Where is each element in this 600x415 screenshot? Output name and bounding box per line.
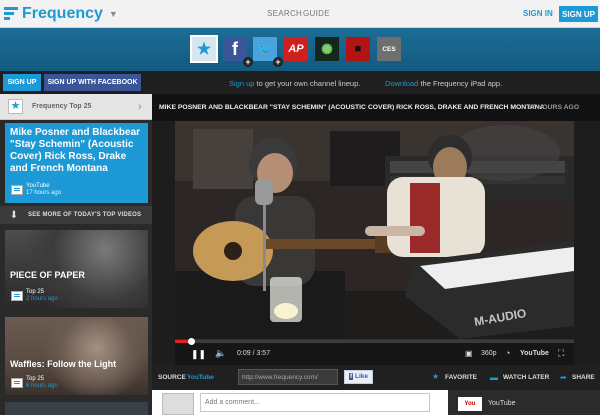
video-title: MIKE POSNER AND BLACKBEAR "STAY SCHEMIN"…: [159, 104, 545, 111]
video-time-ago: 17 HOURS AGO: [528, 104, 580, 111]
source-link[interactable]: YouTube: [187, 374, 214, 381]
channel-frequency-top-25[interactable]: ★: [190, 35, 218, 63]
progress-knob[interactable]: [187, 338, 195, 345]
add-icon[interactable]: +: [243, 57, 253, 67]
watch-later-icon[interactable]: ◔: [505, 348, 510, 358]
source-name: Top 25: [26, 289, 45, 295]
chevron-right-icon[interactable]: ›: [138, 101, 142, 113]
logo[interactable]: Frequency ▼: [4, 5, 118, 23]
ap-logo-icon: AP: [288, 43, 304, 55]
fullscreen-icon[interactable]: ⛶: [558, 348, 564, 359]
folder-icon: ▬: [490, 373, 498, 382]
channel-ap[interactable]: AP: [284, 37, 308, 61]
star-icon: ★: [432, 372, 440, 381]
comments-section: Add a comment...: [152, 390, 448, 415]
source-panel: You YouTube: [448, 390, 600, 415]
sidebar-item[interactable]: PIECE OF PAPER Top 25 2 hours ago: [5, 230, 148, 308]
facebook-icon: f: [349, 373, 354, 380]
source-name: Top 25: [26, 376, 45, 382]
avatar: [162, 393, 194, 415]
sidebar-header[interactable]: ★ Frequency Top 25 ›: [0, 94, 152, 120]
player-controls: ❚❚ 🔈 0:09 / 3:57 ▣ 360p ◔ YouTube ⛶: [175, 338, 574, 365]
channel-thumb-icon: [11, 291, 23, 301]
signup-button[interactable]: SIGN UP: [3, 74, 41, 91]
like-label: Like: [354, 373, 368, 380]
signup-link[interactable]: Sign up: [229, 79, 254, 88]
info-bar: SOURCE YouTube http://www.frequency.com/…: [152, 365, 600, 390]
news-logo-icon: ■: [354, 43, 362, 55]
see-more-link[interactable]: ⬇ SEE MORE OF TODAY'S TOP VIDEOS: [0, 206, 152, 224]
ces-logo-icon: CES: [382, 45, 396, 53]
see-more-label: SEE MORE OF TODAY'S TOP VIDEOS: [28, 212, 142, 218]
video-player[interactable]: M-AUDIO: [175, 121, 574, 339]
action-bar: SIGN UP SIGN UP WITH FACEBOOK Sign up to…: [0, 71, 600, 94]
sign-in-link[interactable]: SIGN IN: [523, 9, 553, 18]
download-link[interactable]: Download: [385, 79, 418, 88]
chevron-down-icon[interactable]: ▼: [109, 9, 118, 19]
channel-bar: ★ f + 🐦 + AP ✺ ■ CES: [0, 28, 600, 71]
quality-selector[interactable]: 360p: [481, 350, 497, 357]
youtube-thumb-icon: [11, 185, 23, 195]
promo-signup-text: to get your own channel lineup.: [254, 79, 361, 88]
source-time: 2 hours ago: [26, 296, 58, 302]
promo-ipad-text: the Frequency iPad app.: [418, 79, 503, 88]
comment-input[interactable]: Add a comment...: [200, 393, 430, 412]
sidebar-item[interactable]: [5, 402, 148, 415]
item-source: Top 25 2 hours ago: [11, 289, 58, 303]
creature-icon: ✺: [321, 40, 333, 57]
facebook-like-button[interactable]: f Like: [344, 370, 373, 384]
featured-video[interactable]: Mike Posner and Blackbear "Stay Schemin"…: [5, 123, 148, 203]
youtube-logo-icon: You: [458, 397, 482, 411]
sidebar-title: Frequency Top 25: [32, 103, 92, 110]
facebook-icon: f: [232, 38, 238, 59]
add-icon[interactable]: +: [273, 57, 283, 67]
source-label: SOURCE: [158, 374, 186, 381]
source-name: YouTube: [26, 183, 50, 189]
sidebar-item-title: Waffles: Follow the Light: [10, 359, 117, 369]
video-frame: M-AUDIO: [175, 121, 574, 339]
share-arrow-icon: ➦: [560, 373, 567, 382]
logo-text: Frequency: [22, 5, 103, 22]
sidebar-item[interactable]: Waffles: Follow the Light Top 25 6 hours…: [5, 317, 148, 395]
volume-icon[interactable]: 🔈: [215, 348, 226, 359]
signup-facebook-button[interactable]: SIGN UP WITH FACEBOOK: [44, 74, 141, 91]
channel-thumb-icon: [11, 378, 23, 388]
channel-twitter[interactable]: 🐦 +: [253, 37, 283, 67]
progress-track[interactable]: [175, 340, 574, 343]
nav-search[interactable]: SEARCH: [267, 9, 302, 18]
watch-later-button[interactable]: WATCH LATER: [503, 374, 549, 381]
promo-signup: Sign up to get your own channel lineup.: [229, 79, 360, 88]
sign-up-button[interactable]: SIGN UP: [559, 6, 598, 22]
source-time: 17 hours ago: [26, 190, 62, 196]
featured-source: YouTube 17 hours ago: [11, 183, 61, 197]
sidebar-item-title: PIECE OF PAPER: [10, 270, 85, 280]
star-icon: ★: [8, 99, 23, 114]
share-button[interactable]: SHARE: [572, 374, 595, 381]
nav-guide[interactable]: GUIDE: [303, 9, 330, 18]
channel-creature[interactable]: ✺: [315, 37, 339, 61]
captions-icon[interactable]: ▣: [465, 349, 473, 358]
youtube-logo[interactable]: YouTube: [520, 350, 549, 357]
promo-ipad: Download the Frequency iPad app.: [385, 79, 502, 88]
sidebar: ★ Frequency Top 25 › Mike Posner and Bla…: [0, 94, 152, 415]
logo-mark-icon: [4, 7, 18, 21]
source-panel-title: YouTube: [488, 400, 516, 407]
item-source: Top 25 6 hours ago: [11, 376, 58, 390]
channel-ces[interactable]: CES: [377, 37, 401, 61]
share-url-field[interactable]: http://www.frequency.com/: [238, 369, 338, 385]
pause-icon[interactable]: ❚❚: [191, 349, 206, 360]
channel-news[interactable]: ■: [346, 37, 370, 61]
featured-video-title: Mike Posner and Blackbear "Stay Schemin"…: [10, 127, 141, 174]
star-icon: ★: [196, 41, 212, 58]
favorite-button[interactable]: FAVORITE: [445, 374, 477, 381]
channel-facebook[interactable]: f +: [223, 37, 253, 67]
arrow-down-icon: ⬇: [9, 209, 19, 221]
top-bar: Frequency ▼ SEARCH GUIDE SIGN IN SIGN UP: [0, 0, 600, 28]
thumbnail-image: [45, 317, 148, 395]
current-time: 0:09 / 3:57: [237, 350, 271, 357]
twitter-icon: 🐦: [257, 42, 273, 56]
source-time: 6 hours ago: [26, 383, 58, 389]
